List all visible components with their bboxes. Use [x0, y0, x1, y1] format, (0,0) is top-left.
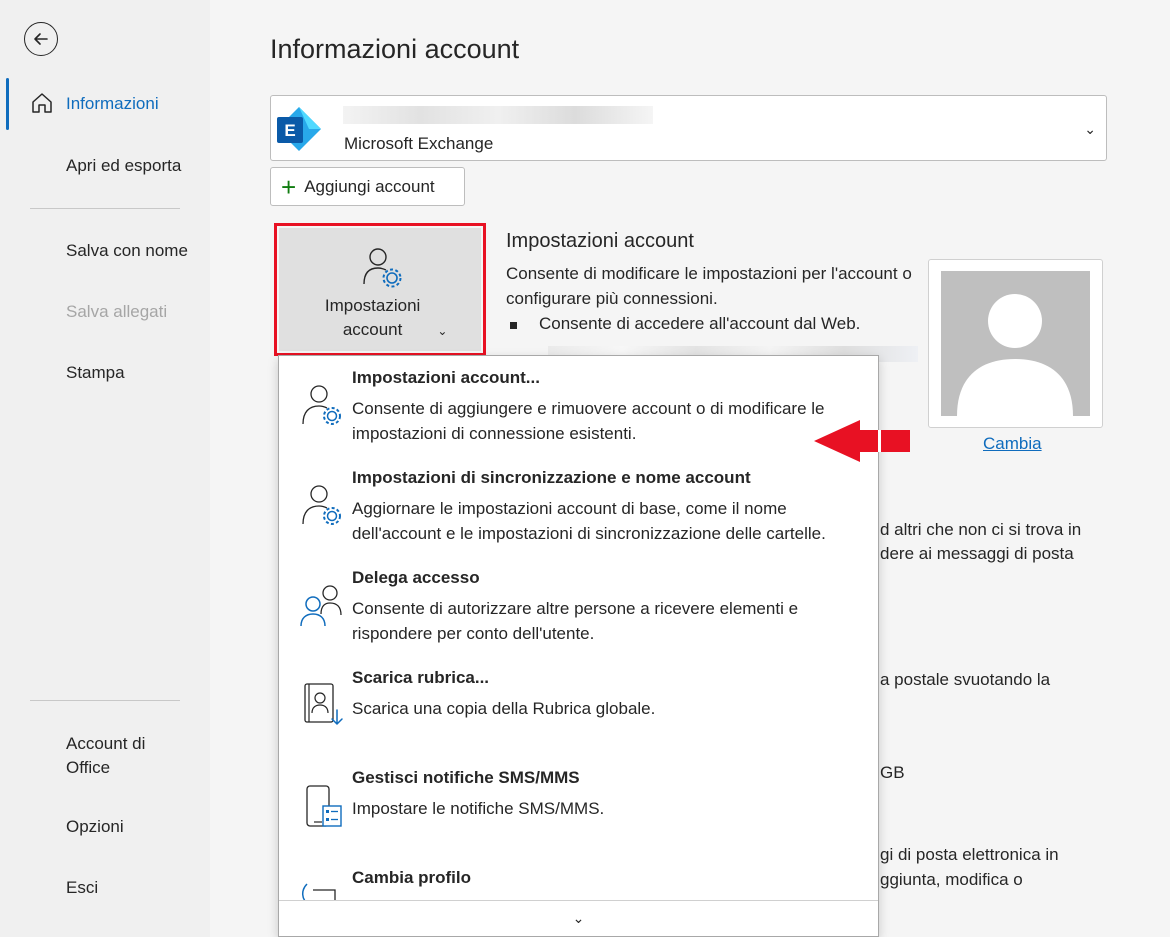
menu-item-title: Scarica rubrica... [352, 668, 490, 687]
settings-button-highlight: Impostazioni account ⌄ [274, 223, 486, 356]
sidebar-item-stampa[interactable]: Stampa [66, 363, 125, 383]
nav-active-indicator [6, 78, 9, 130]
sidebar-item-account-office[interactable]: Account di Office [66, 732, 176, 780]
profile-picture-frame [928, 259, 1103, 428]
sidebar-item-esci[interactable]: Esci [66, 878, 98, 898]
sidebar-item-opzioni[interactable]: Opzioni [66, 817, 124, 837]
menu-item-description: Consente di aggiungere e rimuovere accou… [352, 399, 825, 443]
account-settings-button[interactable]: Impostazioni account ⌄ [279, 228, 481, 351]
back-arrow-icon [34, 33, 48, 45]
sidebar-item-informazioni[interactable]: Informazioni [66, 94, 159, 114]
account-settings-label: Impostazioni account ⌄ [279, 294, 481, 343]
sidebar-item-salva-con-nome[interactable]: Salva con nome [66, 241, 188, 261]
avatar [941, 271, 1090, 416]
menu-item-sms-notifications[interactable]: Gestisci notifiche SMS/MMS Impostare le … [279, 756, 878, 856]
background-text: d altri che non ci si trova in [880, 520, 1082, 539]
dropdown-expand-button[interactable]: ⌄ [279, 900, 878, 936]
address-book-download-icon [304, 683, 343, 725]
background-text: dere ai messaggi di posta [880, 544, 1074, 563]
menu-item-description: Consente di autorizzare altre persone a … [352, 599, 799, 643]
add-account-label: Aggiungi account [304, 176, 435, 196]
background-text: GB [880, 763, 905, 782]
chevron-down-icon: ⌄ [572, 910, 585, 926]
menu-item-title: Gestisci notifiche SMS/MMS [352, 768, 580, 787]
account-settings-icon [302, 385, 341, 425]
back-button[interactable] [24, 22, 58, 56]
chevron-down-icon: ⌄ [1084, 121, 1096, 137]
bullet-text: Consente di accedere all'account dal Web… [539, 314, 861, 333]
menu-item-account-settings[interactable]: Impostazioni account... Consente di aggi… [279, 356, 878, 456]
menu-item-description: Scarica una copia della Rubrica globale. [352, 699, 656, 718]
menu-item-download-address-book[interactable]: Scarica rubrica... Scarica una copia del… [279, 656, 878, 756]
menu-item-title: Impostazioni account... [352, 368, 540, 387]
menu-item-title: Delega accesso [352, 568, 480, 587]
background-text: ggiunta, modifica o [880, 870, 1023, 889]
mobile-notifications-icon [306, 785, 342, 827]
annotation-arrow-icon [814, 420, 910, 462]
change-picture-link[interactable]: Cambia [983, 434, 1042, 454]
sidebar: Informazioni Apri ed esporta Salva con n… [0, 0, 210, 937]
section-title: Impostazioni account [506, 230, 694, 252]
sidebar-divider [30, 700, 180, 701]
exchange-logo-icon: E [277, 107, 321, 151]
redacted-account-email [343, 106, 653, 124]
menu-item-title: Cambia profilo [352, 868, 472, 887]
bullet-web-access: Consente di accedere all'account dal Web… [510, 314, 860, 334]
bullet-marker [510, 322, 517, 329]
sidebar-item-apri-esporta[interactable]: Apri ed esporta [66, 156, 181, 176]
add-account-button[interactable]: + Aggiungi account [270, 167, 465, 206]
account-selector[interactable]: E Microsoft Exchange ⌄ [270, 95, 1107, 161]
menu-item-delegate-access[interactable]: Delega accesso Consente di autorizzare a… [279, 556, 878, 656]
menu-item-sync-settings[interactable]: Impostazioni di sincronizzazione e nome … [279, 456, 878, 556]
svg-text:E: E [284, 121, 295, 140]
chevron-down-icon: ⌄ [437, 324, 448, 338]
page-title: Informazioni account [270, 34, 520, 64]
account-settings-text: Impostazioni account [324, 296, 421, 339]
delegate-icon [300, 585, 342, 627]
account-type-label: Microsoft Exchange [344, 134, 494, 153]
background-text: gi di posta elettronica in [880, 845, 1059, 864]
menu-item-description: Aggiornare le impostazioni account di ba… [352, 499, 826, 543]
home-icon [32, 93, 52, 113]
sync-settings-icon [302, 485, 341, 525]
menu-item-description: Impostare le notifiche SMS/MMS. [352, 799, 605, 818]
account-settings-icon [363, 248, 402, 288]
sidebar-divider [30, 208, 180, 209]
account-settings-dropdown: Impostazioni account... Consente di aggi… [278, 355, 879, 937]
background-text: a postale svuotando la [880, 670, 1051, 689]
sidebar-item-salva-allegati: Salva allegati [66, 302, 168, 321]
menu-item-title: Impostazioni di sincronizzazione e nome … [352, 468, 751, 487]
person-placeholder-icon [957, 294, 1073, 416]
plus-icon: + [281, 171, 297, 202]
section-description: Consente di modificare le impostazioni p… [506, 264, 912, 308]
